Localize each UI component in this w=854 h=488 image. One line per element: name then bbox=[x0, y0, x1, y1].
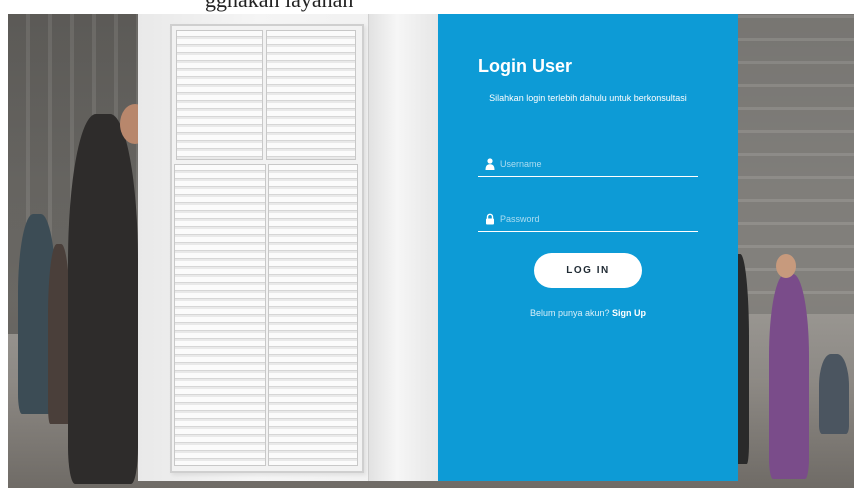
password-input[interactable] bbox=[500, 210, 690, 228]
signup-line: Belum punya akun? Sign Up bbox=[478, 308, 698, 318]
signup-prompt: Belum punya akun? bbox=[529, 308, 610, 318]
background-person-woman bbox=[769, 274, 809, 479]
background-person-businessman bbox=[68, 114, 138, 484]
password-field bbox=[478, 209, 698, 232]
login-button[interactable]: LOG IN bbox=[534, 253, 642, 288]
background-person bbox=[48, 244, 70, 424]
shutter-image-panel bbox=[138, 14, 438, 481]
login-title: Login User bbox=[478, 56, 573, 76]
cropped-caption: ggnakan layanan bbox=[205, 0, 353, 13]
louver-top-left bbox=[176, 30, 263, 160]
signup-link[interactable]: Sign Up bbox=[612, 308, 646, 318]
louver-top-right bbox=[266, 30, 356, 160]
louver-bottom-left bbox=[174, 164, 266, 466]
username-input[interactable] bbox=[500, 155, 690, 173]
louver-bottom-right bbox=[268, 164, 358, 466]
login-page: ggnakan layanan Login User Silahkan logi… bbox=[0, 0, 854, 488]
window-shutter-image bbox=[170, 24, 364, 473]
top-strip: ggnakan layanan bbox=[0, 0, 854, 14]
background-person bbox=[819, 354, 849, 434]
lock-icon bbox=[486, 213, 494, 225]
user-icon bbox=[485, 158, 495, 170]
username-field bbox=[478, 154, 698, 177]
login-subtitle: Silahkan login terlebih dahulu untuk ber… bbox=[489, 93, 687, 103]
login-panel: Login User Silahkan login terlebih dahul… bbox=[438, 14, 738, 481]
background-person-head bbox=[776, 254, 796, 278]
wall-edge bbox=[368, 14, 438, 481]
